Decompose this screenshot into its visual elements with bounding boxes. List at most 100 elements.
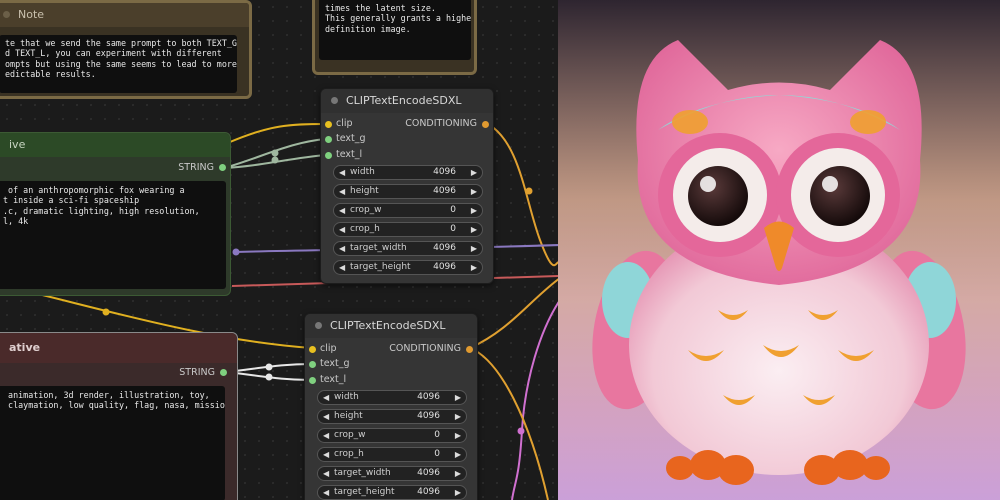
increment-arrow-icon[interactable]: ▶: [455, 391, 461, 404]
increment-arrow-icon[interactable]: ▶: [455, 486, 461, 499]
decrement-arrow-icon[interactable]: ◀: [339, 223, 345, 236]
clip-node-title: CLIPTextEncodeSDXL: [330, 319, 446, 332]
crop-w-widget[interactable]: ◀ crop_w 0 ▶: [317, 428, 467, 443]
widget-value: 0: [434, 430, 440, 440]
conditioning-output-port-icon[interactable]: [466, 346, 473, 353]
input-label-text-g: text_g: [320, 358, 350, 369]
collapse-dot-icon[interactable]: [315, 321, 322, 329]
decrement-arrow-icon[interactable]: ◀: [339, 185, 345, 198]
widget-label: crop_w: [350, 205, 382, 215]
input-label-clip: clip: [320, 343, 337, 354]
widget-value: 4096: [417, 468, 440, 478]
clip-text-encode-sdxl-node[interactable]: CLIPTextEncodeSDXL clip text_g text_l CO…: [320, 88, 494, 284]
note-textarea[interactable]: te that we send the same prompt to both …: [0, 35, 237, 93]
widget-value: 4096: [417, 411, 440, 421]
positive-prompt-node[interactable]: ive STRING of an anthropomorphic fox wea…: [0, 132, 231, 296]
decrement-arrow-icon[interactable]: ◀: [323, 391, 329, 404]
input-label-text-l: text_l: [320, 374, 347, 385]
widget-value: 0: [450, 205, 456, 215]
note-title[interactable]: Note: [0, 3, 249, 27]
positive-node-title[interactable]: ive: [0, 133, 230, 157]
decrement-arrow-icon[interactable]: ◀: [339, 204, 345, 217]
target-height-widget[interactable]: ◀ target_height 4096 ▶: [317, 485, 467, 500]
height-widget[interactable]: ◀ height 4096 ▶: [333, 184, 483, 199]
increment-arrow-icon[interactable]: ▶: [455, 448, 461, 461]
input-label-text-g: text_g: [336, 133, 366, 144]
decrement-arrow-icon[interactable]: ◀: [323, 429, 329, 442]
widget-value: 4096: [417, 392, 440, 402]
increment-arrow-icon[interactable]: ▶: [471, 204, 477, 217]
note-node[interactable]: Note te that we send the same prompt to …: [0, 0, 252, 99]
crop-h-widget[interactable]: ◀ crop_h 0 ▶: [333, 222, 483, 237]
increment-arrow-icon[interactable]: ▶: [455, 410, 461, 423]
height-widget[interactable]: ◀ height 4096 ▶: [317, 409, 467, 424]
crop-h-widget[interactable]: ◀ crop_h 0 ▶: [317, 447, 467, 462]
target-width-widget[interactable]: ◀ target_width 4096 ▶: [333, 241, 483, 256]
clip-text-encode-sdxl-node[interactable]: CLIPTextEncodeSDXL clip text_g text_l CO…: [304, 313, 478, 500]
decrement-arrow-icon[interactable]: ◀: [339, 242, 345, 255]
target-width-widget[interactable]: ◀ target_width 4096 ▶: [317, 466, 467, 481]
clip-node-header[interactable]: CLIPTextEncodeSDXL: [305, 314, 477, 338]
collapse-dot-icon[interactable]: [331, 96, 338, 104]
clip-input-port-icon[interactable]: [309, 346, 316, 353]
widget-label: target_width: [334, 468, 391, 478]
prompt-line: animation, 3d render, illustration, toy,: [3, 390, 210, 400]
widget-label: width: [334, 392, 359, 402]
clip-node-header[interactable]: CLIPTextEncodeSDXL: [321, 89, 493, 113]
negative-prompt-node[interactable]: ative STRING animation, 3d render, illus…: [0, 332, 238, 500]
widget-label: crop_w: [334, 430, 366, 440]
decrement-arrow-icon[interactable]: ◀: [323, 486, 329, 499]
string-output-port-icon[interactable]: [220, 369, 227, 376]
target-height-widget[interactable]: ◀ target_height 4096 ▶: [333, 260, 483, 275]
note-line: d TEXT_L, you can experiment with differ…: [5, 48, 222, 59]
negative-node-title[interactable]: ative: [0, 333, 237, 363]
prompt-line: claymation, low quality, flag, nasa, mis…: [3, 400, 225, 411]
crop-w-widget[interactable]: ◀ crop_w 0 ▶: [333, 203, 483, 218]
widget-label: height: [334, 411, 363, 421]
text-g-input-port-icon[interactable]: [309, 361, 316, 368]
increment-arrow-icon[interactable]: ▶: [471, 261, 477, 274]
wire-midpoint: [265, 373, 273, 381]
note-line: edictable results.: [5, 69, 96, 80]
increment-arrow-icon[interactable]: ▶: [471, 166, 477, 179]
text-l-input-port-icon[interactable]: [309, 377, 316, 384]
text-g-input-port-icon[interactable]: [325, 136, 332, 143]
increment-arrow-icon[interactable]: ▶: [471, 242, 477, 255]
prompt-line: l, 4k: [3, 216, 29, 227]
negative-prompt-textarea[interactable]: animation, 3d render, illustration, toy,…: [0, 386, 225, 500]
widget-label: crop_h: [350, 224, 380, 234]
app-root: Note te that we send the same prompt to …: [0, 0, 1000, 500]
wire-midpoint: [525, 187, 533, 195]
clip-input-port-icon[interactable]: [325, 121, 332, 128]
string-output-port-icon[interactable]: [219, 164, 226, 171]
note-title-label: Note: [18, 8, 45, 21]
wire-midpoint: [271, 156, 279, 164]
wire-midpoint: [517, 427, 525, 435]
increment-arrow-icon[interactable]: ▶: [455, 467, 461, 480]
image-wire: [511, 301, 558, 500]
note-textarea[interactable]: times the latent size. This generally gr…: [319, 0, 471, 60]
decrement-arrow-icon[interactable]: ◀: [323, 410, 329, 423]
note-node[interactable]: times the latent size. This generally gr…: [312, 0, 477, 75]
width-widget[interactable]: ◀ width 4096 ▶: [333, 165, 483, 180]
text-l-input-port-icon[interactable]: [325, 152, 332, 159]
positive-prompt-textarea[interactable]: of an anthropomorphic fox wearing a t in…: [0, 181, 226, 289]
decrement-arrow-icon[interactable]: ◀: [339, 166, 345, 179]
owl-figurine-image: [558, 0, 1000, 500]
width-widget[interactable]: ◀ width 4096 ▶: [317, 390, 467, 405]
node-graph-canvas[interactable]: Note te that we send the same prompt to …: [0, 0, 558, 500]
left-eye-highlight: [700, 176, 716, 192]
increment-arrow-icon[interactable]: ▶: [471, 185, 477, 198]
decrement-arrow-icon[interactable]: ◀: [339, 261, 345, 274]
input-label-text-l: text_l: [336, 149, 363, 160]
increment-arrow-icon[interactable]: ▶: [471, 223, 477, 236]
increment-arrow-icon[interactable]: ▶: [455, 429, 461, 442]
conditioning-output-port-icon[interactable]: [482, 121, 489, 128]
decrement-arrow-icon[interactable]: ◀: [323, 467, 329, 480]
right-cheek-spot: [850, 110, 886, 134]
conditioning-wire: [485, 122, 558, 267]
output-label-conditioning: CONDITIONING: [405, 118, 477, 129]
decrement-arrow-icon[interactable]: ◀: [323, 448, 329, 461]
collapse-dot-icon[interactable]: [3, 10, 10, 18]
output-string-label: STRING: [179, 367, 215, 378]
